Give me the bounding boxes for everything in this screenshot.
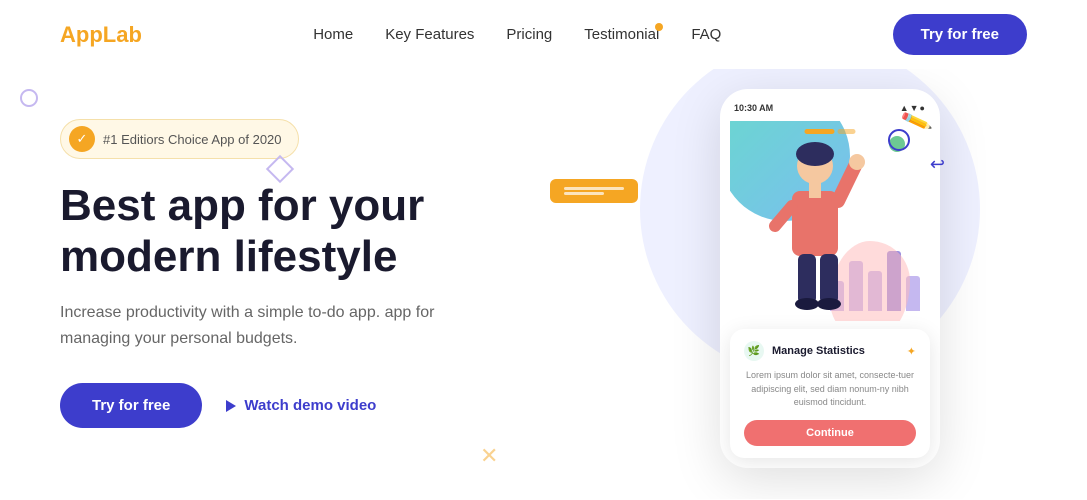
testimonial-dot bbox=[655, 23, 663, 31]
hero-right: ✏️ ↩ 10:30 AM ▲▼● bbox=[580, 99, 960, 499]
nav-link-faq[interactable]: FAQ bbox=[691, 26, 721, 43]
phone-stat-card: 🌿 Manage Statistics ✦ Lorem ipsum dolor … bbox=[730, 329, 930, 458]
person-svg bbox=[750, 136, 870, 316]
card-header: 🌿 Manage Statistics ✦ bbox=[744, 341, 916, 361]
nav-item-pricing[interactable]: Pricing bbox=[506, 26, 552, 44]
watch-demo-button[interactable]: Watch demo video bbox=[226, 397, 376, 414]
navbar: AppLab Home Key Features Pricing Testimo… bbox=[0, 0, 1087, 69]
card-body-text: Lorem ipsum dolor sit amet, consecte-tue… bbox=[744, 369, 916, 410]
badge-check-icon: ✓ bbox=[69, 126, 95, 152]
phone-time: 10:30 AM bbox=[734, 103, 773, 113]
nav-link-pricing[interactable]: Pricing bbox=[506, 26, 552, 43]
deco-cross: ✕ bbox=[480, 443, 498, 469]
play-icon bbox=[226, 400, 236, 412]
nav-links: Home Key Features Pricing Testimonial FA… bbox=[313, 26, 721, 44]
nav-item-testimonial[interactable]: Testimonial bbox=[584, 26, 659, 44]
hero-cta-button[interactable]: Try for free bbox=[60, 383, 202, 428]
phone-status-bar: 10:30 AM ▲▼● bbox=[730, 103, 930, 113]
hero-title: Best app for your modern lifestyle bbox=[60, 181, 580, 282]
nav-link-keyfeatures[interactable]: Key Features bbox=[385, 26, 474, 43]
hero-title-line2: modern lifestyle bbox=[60, 232, 397, 281]
hero-actions: Try for free Watch demo video bbox=[60, 383, 580, 428]
float-arrow-icon: ↩ bbox=[930, 154, 945, 175]
nav-link-home[interactable]: Home bbox=[313, 26, 353, 43]
top-accent-bars bbox=[805, 129, 856, 134]
hero-subtitle: Increase productivity with a simple to-d… bbox=[60, 300, 460, 351]
nav-cta-button[interactable]: Try for free bbox=[893, 14, 1027, 55]
nav-item-home[interactable]: Home bbox=[313, 26, 353, 44]
person-figure bbox=[750, 136, 870, 321]
hero-badge: ✓ #1 Editiors Choice App of 2020 bbox=[60, 119, 299, 159]
card-title: Manage Statistics bbox=[772, 345, 865, 357]
hero-left: ✓ #1 Editiors Choice App of 2020 Best ap… bbox=[60, 99, 580, 428]
nav-link-testimonial[interactable]: Testimonial bbox=[584, 26, 659, 43]
hero-title-line1: Best app for your bbox=[60, 181, 424, 230]
card-continue-button[interactable]: Continue bbox=[744, 420, 916, 446]
logo: AppLab bbox=[60, 22, 142, 48]
hero-section: ✕ ✓ #1 Editiors Choice App of 2020 Best … bbox=[0, 69, 1087, 499]
logo-app: App bbox=[60, 22, 103, 47]
float-circle-deco bbox=[888, 129, 910, 151]
badge-text: #1 Editiors Choice App of 2020 bbox=[103, 132, 282, 147]
logo-lab: Lab bbox=[103, 22, 142, 47]
nav-item-faq[interactable]: FAQ bbox=[691, 26, 721, 44]
phone-illustration bbox=[730, 121, 930, 321]
card-spark-icon: ✦ bbox=[907, 345, 916, 358]
watch-demo-label: Watch demo video bbox=[244, 397, 376, 414]
nav-item-keyfeatures[interactable]: Key Features bbox=[385, 26, 474, 44]
deco-circle bbox=[20, 89, 38, 107]
card-icon: 🌿 bbox=[744, 341, 764, 361]
float-speech-bubble bbox=[550, 179, 638, 203]
